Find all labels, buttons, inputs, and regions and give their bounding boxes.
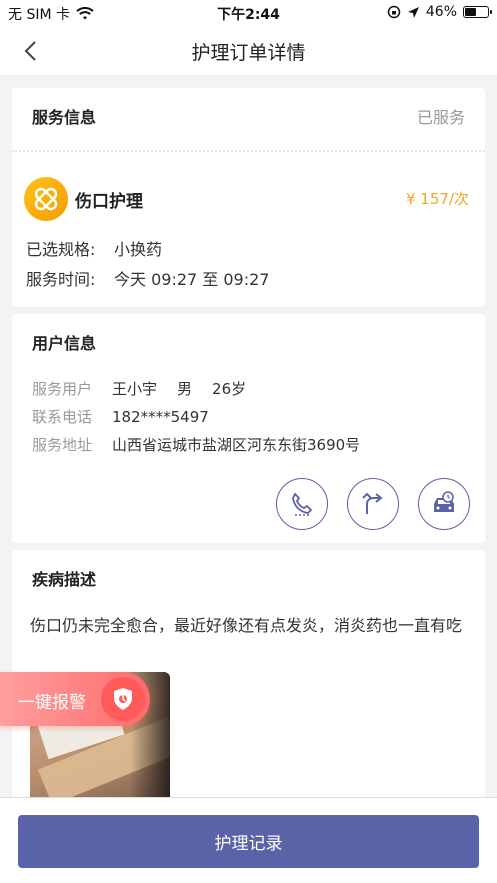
rotation-lock-icon bbox=[387, 5, 401, 19]
service-time-label: 服务时间: bbox=[26, 270, 96, 289]
route-icon bbox=[362, 492, 383, 514]
battery-percent: 46% bbox=[425, 4, 457, 20]
navigate-button[interactable] bbox=[347, 478, 399, 530]
service-user-row: 服务用户 王小宇 男 26岁 bbox=[32, 378, 246, 399]
status-right: 46% bbox=[387, 4, 492, 20]
nav-bar: 护理订单详情 bbox=[0, 26, 497, 76]
order-status: 已服务 bbox=[416, 108, 465, 127]
disease-description: 伤口仍未完全愈合，最近好像还有点发炎，消炎药也一直有吃 bbox=[30, 616, 463, 635]
service-section-title: 服务信息 bbox=[32, 108, 97, 127]
address-value: 山西省运城市盐湖区河东东街3690号 bbox=[112, 436, 361, 454]
battery-icon bbox=[463, 6, 492, 18]
shield-icon bbox=[101, 677, 145, 721]
spec-value: 小换药 bbox=[114, 240, 163, 259]
spec-row: 已选规格: 小换药 bbox=[26, 236, 162, 260]
service-info-card: 服务信息 已服务 伤口护理 ¥ 157/次 已选规格: 小换药 服务时间: 今天 0… bbox=[12, 88, 485, 307]
user-section-title: 用户信息 bbox=[32, 334, 97, 353]
bottom-bar: 护理记录 bbox=[0, 797, 497, 883]
status-bar: 无 SIM 卡 下午2:44 46% bbox=[0, 0, 497, 26]
user-info-card: 用户信息 服务用户 王小宇 男 26岁 联系电话 182****5497 服务地址 山西省… bbox=[12, 314, 485, 543]
care-record-button[interactable]: 护理记录 bbox=[18, 815, 479, 868]
spec-label: 已选规格: bbox=[26, 240, 96, 259]
address-row: 服务地址 山西省运城市盐湖区河东东街3690号 bbox=[32, 434, 360, 455]
service-user-label: 服务用户 bbox=[32, 380, 93, 398]
user-age: 26岁 bbox=[212, 380, 247, 398]
phone-row: 联系电话 182****5497 bbox=[32, 406, 209, 427]
user-gender: 男 bbox=[177, 380, 193, 398]
service-price: ¥ 157/次 bbox=[406, 190, 469, 208]
location-icon bbox=[407, 6, 419, 18]
emergency-alarm-button[interactable]: 一键报警 bbox=[0, 672, 150, 726]
page-title: 护理订单详情 bbox=[191, 42, 306, 64]
address-label: 服务地址 bbox=[32, 436, 93, 454]
service-time-row: 服务时间: 今天 09:27 至 09:27 bbox=[26, 266, 269, 290]
phone-label: 联系电话 bbox=[32, 408, 93, 426]
service-time-value: 今天 09:27 至 09:27 bbox=[114, 270, 270, 289]
alarm-label: 一键报警 bbox=[18, 693, 86, 713]
call-button[interactable] bbox=[276, 478, 328, 530]
disease-section-title: 疾病描述 bbox=[32, 570, 97, 589]
phone-icon bbox=[292, 493, 312, 516]
user-name: 王小宇 bbox=[112, 380, 158, 398]
divider bbox=[12, 150, 485, 152]
taxi-button[interactable] bbox=[418, 478, 470, 530]
car-clock-icon bbox=[434, 491, 454, 512]
service-name: 伤口护理 bbox=[75, 192, 143, 212]
phone-value: 182****5497 bbox=[112, 408, 209, 426]
service-logo-icon bbox=[24, 177, 68, 221]
